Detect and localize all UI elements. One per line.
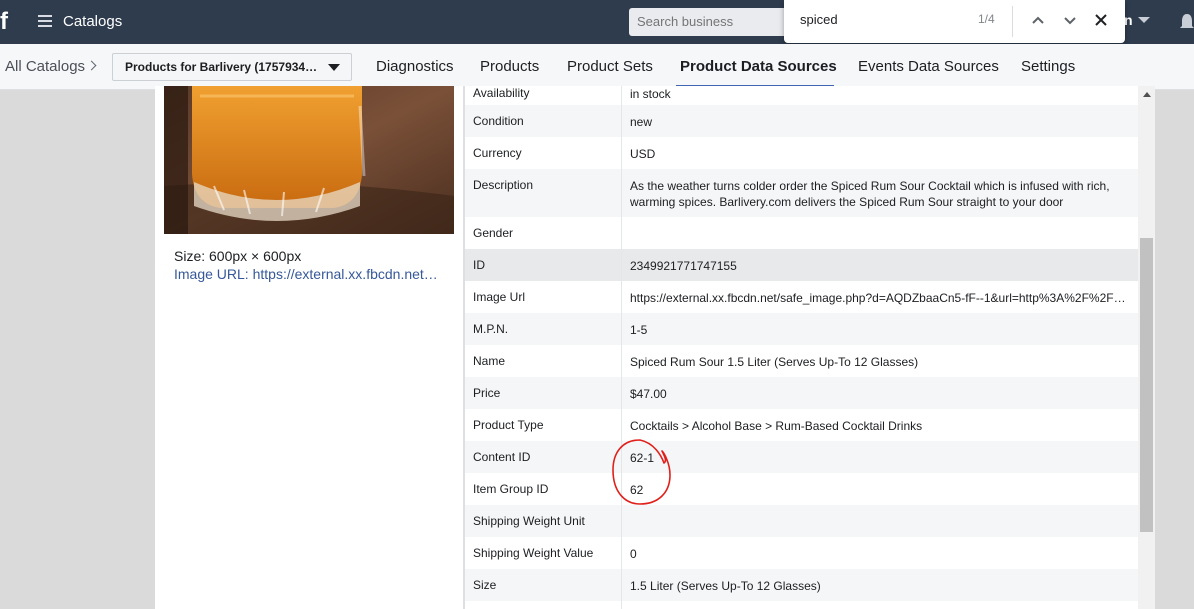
table-row: Gender xyxy=(465,217,1138,249)
table-row: Currency USD xyxy=(465,137,1138,169)
catalog-nav-bar: All Catalogs Products for Barlivery (175… xyxy=(0,44,1194,90)
catalog-selector-label: Products for Barlivery (1757934… xyxy=(125,60,318,74)
image-url-link[interactable]: Image URL: https://external.xx.fbcdn.net… xyxy=(174,266,439,282)
search-business-input[interactable] xyxy=(629,8,789,36)
attribute-value: in stock xyxy=(630,87,671,101)
close-icon[interactable] xyxy=(1091,10,1111,30)
table-row: Shipping Weight Value 0 xyxy=(465,537,1138,569)
table-row: Size 1.5 Liter (Serves Up-To 12 Glasses) xyxy=(465,569,1138,601)
product-image xyxy=(164,86,454,234)
menu-icon[interactable] xyxy=(38,15,52,27)
table-row: M.P.N. 1-5 xyxy=(465,313,1138,345)
attribute-key: M.P.N. xyxy=(465,313,622,345)
attribute-value: new xyxy=(630,115,653,129)
attribute-value xyxy=(622,601,1138,609)
attribute-value: 2349921771747155 xyxy=(630,259,737,273)
attribute-value xyxy=(622,217,1138,249)
attribute-value: https://external.xx.fbcdn.net/safe_image… xyxy=(630,291,1138,305)
attribute-key xyxy=(465,601,622,609)
scrollbar-thumb[interactable] xyxy=(1140,238,1153,532)
facebook-logo[interactable]: f xyxy=(0,8,14,36)
attribute-key: ID xyxy=(465,249,622,281)
attribute-key: Item Group ID xyxy=(465,473,622,505)
attribute-key: Gender xyxy=(465,217,622,249)
chevron-up-icon[interactable] xyxy=(1028,10,1048,30)
tab-product-sets[interactable]: Product Sets xyxy=(567,58,653,75)
find-input[interactable]: spiced xyxy=(800,12,838,27)
tab-events-data-sources[interactable]: Events Data Sources xyxy=(858,58,999,75)
product-details-modal: Size: 600px × 600px Image URL: https://e… xyxy=(155,86,1155,609)
table-row: Name Spiced Rum Sour 1.5 Liter (Serves U… xyxy=(465,345,1138,377)
attribute-key: Name xyxy=(465,345,622,377)
attribute-value: 1-5 xyxy=(630,323,648,337)
vertical-scrollbar[interactable] xyxy=(1138,86,1155,609)
tab-products[interactable]: Products xyxy=(480,58,539,75)
attribute-key: Price xyxy=(465,377,622,409)
tab-product-data-sources[interactable]: Product Data Sources xyxy=(680,58,837,75)
attribute-key: Shipping Weight Unit xyxy=(465,505,622,537)
attribute-key: Currency xyxy=(465,137,622,169)
attribute-key: Image Url xyxy=(465,281,622,313)
table-row: Content ID 62-1 xyxy=(465,441,1138,473)
attributes-table: Availability in stock Condition new Curr… xyxy=(465,86,1138,609)
attribute-key: Availability xyxy=(465,86,622,105)
attribute-key: Size xyxy=(465,569,622,601)
table-row: Shipping Weight Unit xyxy=(465,505,1138,537)
table-row: Image Url https://external.xx.fbcdn.net/… xyxy=(465,281,1138,313)
attribute-key: Product Type xyxy=(465,409,622,441)
all-catalogs-link[interactable]: All Catalogs xyxy=(5,58,85,75)
attribute-value: 62-1 xyxy=(630,451,655,465)
app-title: Catalogs xyxy=(63,13,123,30)
account-chevron-down-icon[interactable] xyxy=(1138,17,1150,23)
notifications-bell-icon[interactable] xyxy=(1180,12,1194,32)
attribute-key: Content ID xyxy=(465,441,622,473)
table-row: Price $47.00 xyxy=(465,377,1138,409)
attribute-value: 62 xyxy=(630,483,644,497)
attribute-value: 1.5 Liter (Serves Up-To 12 Glasses) xyxy=(630,579,821,593)
find-match-count: 1/4 xyxy=(978,12,995,26)
catalog-selector-dropdown[interactable]: Products for Barlivery (1757934… xyxy=(112,53,352,81)
chevron-down-icon[interactable] xyxy=(1060,10,1080,30)
table-row: Product Type Cocktails > Alcohol Base > … xyxy=(465,409,1138,441)
image-size-text: Size: 600px × 600px xyxy=(174,248,302,264)
attribute-key: Condition xyxy=(465,105,622,137)
tab-settings[interactable]: Settings xyxy=(1021,58,1075,75)
caret-down-icon xyxy=(328,64,340,71)
table-row xyxy=(465,601,1138,609)
scroll-up-arrow-icon[interactable] xyxy=(1143,92,1151,97)
attribute-key: Description xyxy=(465,169,622,217)
attribute-value: $47.00 xyxy=(630,387,667,401)
tab-diagnostics[interactable]: Diagnostics xyxy=(376,58,454,75)
attribute-key: Shipping Weight Value xyxy=(465,537,622,569)
attribute-value xyxy=(622,505,1138,537)
attribute-value: 0 xyxy=(630,547,637,561)
attribute-value: USD xyxy=(630,147,656,161)
user-name[interactable]: n xyxy=(1124,12,1133,28)
find-in-page-bar: spiced 1/4 xyxy=(784,0,1125,43)
attribute-value: Cocktails > Alcohol Base > Rum-Based Coc… xyxy=(630,419,923,433)
find-divider xyxy=(1012,6,1013,37)
table-row: ID 2349921771747155 xyxy=(465,249,1138,281)
table-row: Availability in stock xyxy=(465,86,1138,105)
table-row: Description As the weather turns colder … xyxy=(465,169,1138,217)
attribute-value: As the weather turns colder order the Sp… xyxy=(630,179,1110,209)
chevron-right-icon xyxy=(86,60,97,71)
attribute-value: Spiced Rum Sour 1.5 Liter (Serves Up-To … xyxy=(630,355,919,369)
table-row: Condition new xyxy=(465,105,1138,137)
table-row: Item Group ID 62 xyxy=(465,473,1138,505)
